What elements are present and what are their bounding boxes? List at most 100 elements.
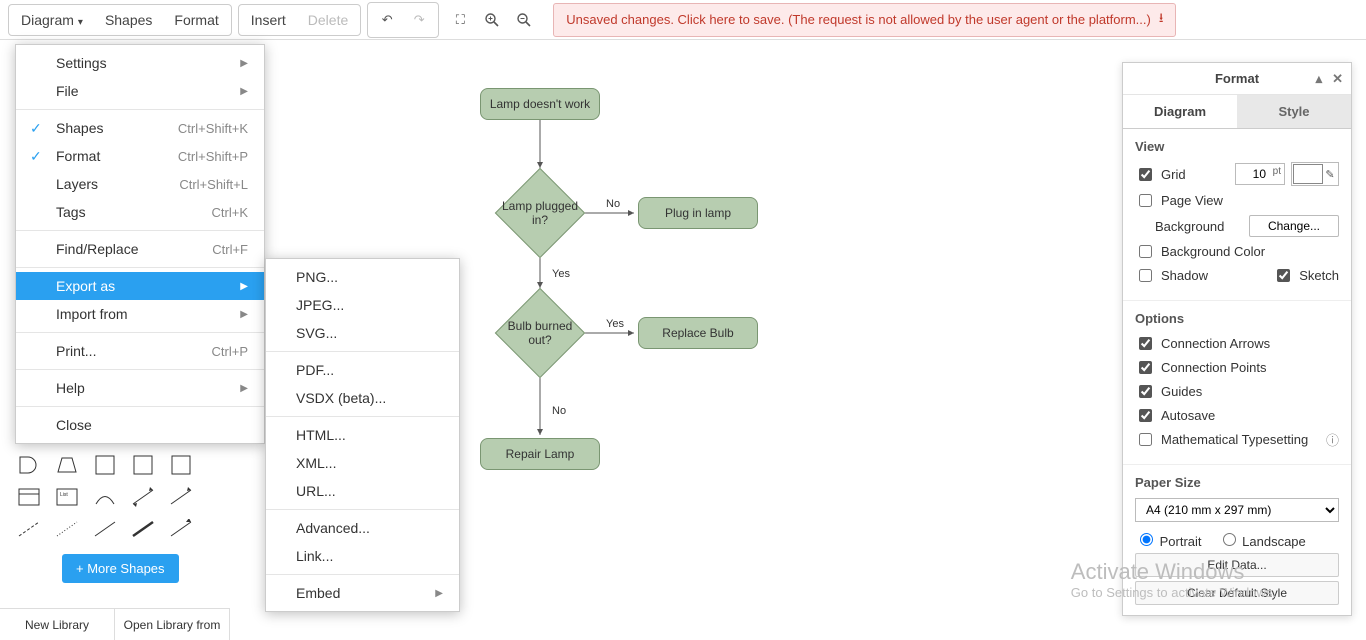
shape-dot-line-icon[interactable]	[52, 516, 82, 542]
zoom-out-button[interactable]	[509, 5, 539, 35]
help-icon[interactable]: ⓘ	[1326, 430, 1339, 449]
zoom-in-button[interactable]	[477, 5, 507, 35]
bgcolor-checkbox[interactable]	[1139, 245, 1152, 258]
menu-format[interactable]: Format	[164, 7, 228, 33]
shape-window-icon[interactable]	[14, 484, 44, 510]
conn-arrows-label: Connection Arrows	[1161, 336, 1270, 351]
close-icon[interactable]: ✕	[1332, 71, 1343, 87]
library-bottom-bar: New Library Open Library from	[0, 608, 230, 640]
menu-format-toggle[interactable]: ✓FormatCtrl+Shift+P	[16, 142, 264, 170]
shapes-palette: List + More Shapes	[14, 420, 219, 583]
background-change-button[interactable]: Change...	[1249, 215, 1339, 237]
node-decision-bulb[interactable]: Bulb burned out?	[495, 288, 585, 378]
menu-shapes-toggle[interactable]: ✓ShapesCtrl+Shift+K	[16, 114, 264, 142]
undo-button[interactable]: ↶	[372, 5, 402, 35]
shape-line-icon[interactable]	[90, 516, 120, 542]
guides-checkbox[interactable]	[1139, 385, 1152, 398]
tab-diagram[interactable]: Diagram	[1123, 95, 1237, 129]
grid-checkbox[interactable]	[1139, 168, 1152, 181]
menu-shapes[interactable]: Shapes	[95, 7, 162, 33]
export-png[interactable]: PNG...	[266, 263, 459, 291]
menu-file[interactable]: File▶	[16, 77, 264, 105]
shape-thick-line-icon[interactable]	[128, 516, 158, 542]
shadow-label: Shadow	[1161, 268, 1208, 283]
new-library-button[interactable]: New Library	[0, 609, 115, 640]
menu-separator	[266, 416, 459, 417]
shape-square3-icon[interactable]	[166, 452, 196, 478]
shape-square2-icon[interactable]	[128, 452, 158, 478]
shape-and-icon[interactable]	[14, 452, 44, 478]
pageview-checkbox[interactable]	[1139, 194, 1152, 207]
orientation-landscape[interactable]: Landscape	[1218, 530, 1306, 549]
menu-export-as[interactable]: Export as▶	[16, 272, 264, 300]
shape-list-icon[interactable]: List	[52, 484, 82, 510]
export-embed[interactable]: Embed▶	[266, 579, 459, 607]
node-plug-in[interactable]: Plug in lamp	[638, 197, 758, 229]
chevron-right-icon: ▶	[240, 383, 248, 394]
menu-diagram[interactable]: Diagram▾	[11, 7, 93, 33]
menu-separator	[16, 369, 264, 370]
export-pdf[interactable]: PDF...	[266, 356, 459, 384]
export-advanced[interactable]: Advanced...	[266, 514, 459, 542]
conn-arrows-checkbox[interactable]	[1139, 337, 1152, 350]
export-svg[interactable]: SVG...	[266, 319, 459, 347]
delete-button[interactable]: Delete	[298, 7, 358, 33]
shape-arrow-bi-icon[interactable]	[128, 484, 158, 510]
menu-help[interactable]: Help▶	[16, 374, 264, 402]
shape-square-icon[interactable]	[90, 452, 120, 478]
menu-layers[interactable]: LayersCtrl+Shift+L	[16, 170, 264, 198]
shape-arrow-icon[interactable]	[166, 484, 196, 510]
shadow-checkbox[interactable]	[1139, 269, 1152, 282]
menu-tags[interactable]: TagsCtrl+K	[16, 198, 264, 226]
menu-import-from[interactable]: Import from▶	[16, 300, 264, 328]
autosave-checkbox[interactable]	[1139, 409, 1152, 422]
math-checkbox[interactable]	[1139, 433, 1152, 446]
orientation-portrait[interactable]: Portrait	[1135, 530, 1202, 549]
menu-separator	[16, 230, 264, 231]
grid-color-swatch[interactable]: ✎	[1291, 162, 1339, 186]
grid-unit: pt	[1273, 166, 1281, 177]
shape-dash-line-icon[interactable]	[14, 516, 44, 542]
export-link[interactable]: Link...	[266, 542, 459, 570]
edge-label-no: No	[552, 405, 566, 417]
check-icon: ✓	[30, 148, 42, 165]
node-start[interactable]: Lamp doesn't work	[480, 88, 600, 120]
chevron-right-icon: ▶	[240, 309, 248, 320]
shape-curve-icon[interactable]	[90, 484, 120, 510]
conn-points-checkbox[interactable]	[1139, 361, 1152, 374]
menu-print[interactable]: Print...Ctrl+P	[16, 337, 264, 365]
node-replace-bulb[interactable]: Replace Bulb	[638, 317, 758, 349]
node-decision-plugged[interactable]: Lamp plugged in?	[495, 168, 585, 258]
export-xml[interactable]: XML...	[266, 449, 459, 477]
open-library-button[interactable]: Open Library from	[115, 609, 230, 640]
export-vsdx[interactable]: VSDX (beta)...	[266, 384, 459, 412]
export-url[interactable]: URL...	[266, 477, 459, 505]
export-jpeg[interactable]: JPEG...	[266, 291, 459, 319]
shape-trapezoid-icon[interactable]	[52, 452, 82, 478]
menu-close[interactable]: Close	[16, 411, 264, 439]
zoom-fit-button[interactable]: ⛶	[445, 5, 475, 35]
shape-arrow2-icon[interactable]	[166, 516, 196, 542]
edge-label-yes: Yes	[606, 318, 624, 330]
svg-text:List: List	[60, 492, 68, 498]
node-repair[interactable]: Repair Lamp	[480, 438, 600, 470]
menu-find[interactable]: Find/ReplaceCtrl+F	[16, 235, 264, 263]
sketch-checkbox[interactable]	[1277, 269, 1290, 282]
autosave-label: Autosave	[1161, 408, 1215, 423]
chevron-right-icon: ▶	[435, 588, 443, 599]
insert-button[interactable]: Insert	[241, 7, 296, 33]
guides-label: Guides	[1161, 384, 1202, 399]
clear-default-style-button[interactable]: Clear Default Style	[1135, 581, 1339, 605]
chevron-down-icon: ▾	[78, 17, 83, 28]
menu-separator	[266, 574, 459, 575]
unsaved-alert[interactable]: Unsaved changes. Click here to save. (Th…	[553, 3, 1176, 37]
redo-button[interactable]: ↷	[404, 5, 434, 35]
tab-style[interactable]: Style	[1237, 95, 1351, 129]
collapse-icon[interactable]: ▴	[1316, 71, 1323, 87]
edit-data-button[interactable]: Edit Data...	[1135, 553, 1339, 577]
format-panel: Format ▴ ✕ Diagram Style View Grid pt ✎ …	[1122, 62, 1352, 616]
export-html[interactable]: HTML...	[266, 421, 459, 449]
menu-settings[interactable]: Settings▶	[16, 49, 264, 77]
more-shapes-button[interactable]: + More Shapes	[62, 554, 179, 583]
paper-size-select[interactable]: A4 (210 mm x 297 mm)	[1135, 498, 1339, 522]
